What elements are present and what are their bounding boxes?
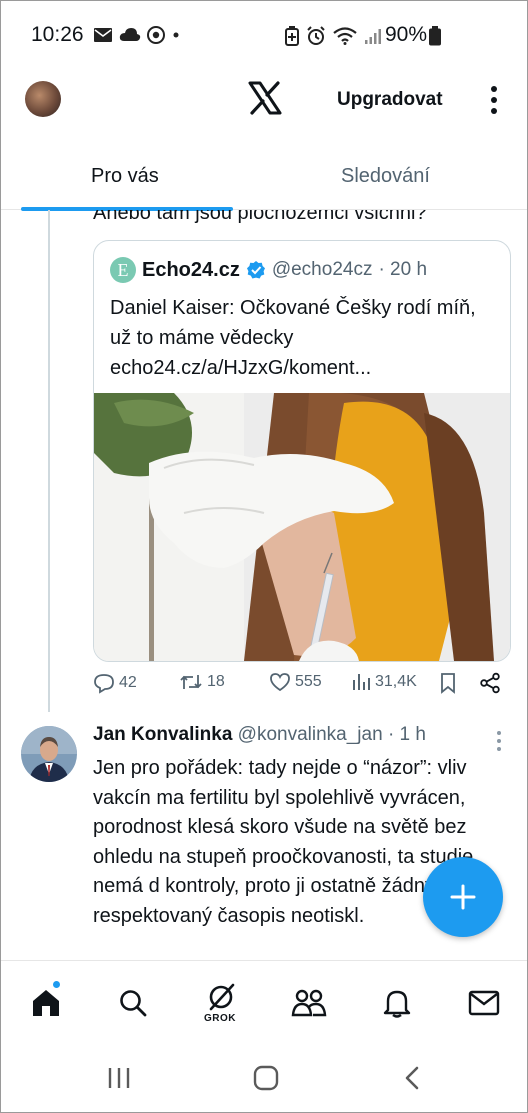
signal-icon <box>365 29 381 44</box>
plus-icon <box>450 884 476 910</box>
bookmark-action[interactable] <box>439 672 457 694</box>
like-icon <box>270 673 290 692</box>
quoted-time: · 20 h <box>378 259 428 280</box>
nav-notifications[interactable] <box>377 983 417 1023</box>
like-action[interactable]: 555 <box>269 672 322 692</box>
quoted-post-text: Daniel Kaiser: Očkované Češky rodí míň, … <box>110 297 476 379</box>
thread-line <box>48 210 50 712</box>
status-left-icons <box>93 26 181 44</box>
reply-count: 42 <box>119 674 137 691</box>
feed-tabs: Pro vás Sledování <box>1 149 527 211</box>
author-handle[interactable]: @konvalinka_jan <box>238 724 383 745</box>
views-icon <box>353 674 370 690</box>
dot-icon <box>173 32 179 38</box>
system-navigation <box>1 1044 527 1112</box>
timeline[interactable]: Anebo tam jsou plochozemci všichni? E Ec… <box>1 210 527 960</box>
status-right-icons <box>285 26 382 46</box>
author-avatar[interactable] <box>21 726 77 782</box>
more-options-icon[interactable] <box>495 730 503 752</box>
search-icon <box>120 990 147 1017</box>
home-button-icon[interactable] <box>252 1064 280 1092</box>
views-action[interactable]: 31,4K <box>351 672 417 692</box>
bell-icon <box>383 990 411 1018</box>
quoted-post-header: E Echo24.cz @echo24cz · 20 h <box>110 257 427 283</box>
nav-home[interactable] <box>26 983 66 1023</box>
home-notification-dot <box>53 981 60 988</box>
home-icon <box>33 990 59 1016</box>
quoted-handle: @echo24cz <box>271 259 373 280</box>
kebab-icon[interactable] <box>489 85 499 115</box>
compose-button[interactable] <box>423 857 503 937</box>
verified-icon <box>246 261 265 279</box>
views-count: 31,4K <box>375 673 417 690</box>
people-icon <box>291 989 327 1017</box>
cloud-icon <box>119 28 141 41</box>
grok-label: GROK <box>204 1013 236 1024</box>
post-header: Jan Konvalinka @konvalinka_jan · 1 h <box>93 724 426 746</box>
upgrade-button[interactable]: Upgradovat <box>337 89 443 111</box>
tab-following[interactable]: Sledování <box>341 165 430 188</box>
reply-icon <box>94 674 114 694</box>
reply-action[interactable]: 42 <box>93 672 137 694</box>
profile-avatar[interactable] <box>25 81 61 117</box>
author-name[interactable]: Jan Konvalinka <box>93 724 232 745</box>
nav-search[interactable] <box>113 983 153 1023</box>
quoted-post-card[interactable]: E Echo24.cz @echo24cz · 20 h Daniel Kais… <box>93 240 511 662</box>
back-icon[interactable] <box>399 1064 427 1092</box>
post-time: · 1 h <box>387 724 426 745</box>
nav-messages[interactable] <box>464 983 504 1023</box>
tab-for-you[interactable]: Pro vás <box>91 165 159 188</box>
post-actions: 42 18 555 31,4K <box>93 672 509 702</box>
repost-action[interactable]: 18 <box>179 672 225 692</box>
status-bar: 10:26 90% <box>1 1 527 67</box>
like-count: 555 <box>295 673 322 690</box>
mail-icon <box>94 28 112 42</box>
battery-percent: 90% <box>385 23 428 46</box>
echo24-avatar: E <box>110 257 136 283</box>
nav-grok[interactable] <box>201 977 241 1017</box>
share-icon <box>480 672 500 694</box>
bookmark-icon <box>441 673 455 694</box>
battery-icon <box>429 26 441 46</box>
x-logo[interactable] <box>248 81 282 115</box>
chrome-icon <box>147 26 165 44</box>
recents-icon[interactable] <box>105 1064 133 1092</box>
vaccination-photo <box>94 393 510 661</box>
battery-saver-icon <box>285 26 299 46</box>
grok-icon <box>209 983 235 1011</box>
alarm-icon <box>307 26 325 45</box>
repost-icon <box>180 675 202 689</box>
quoted-author-name: Echo24.cz <box>142 258 240 281</box>
top-app-bar: Upgradovat <box>1 67 527 133</box>
repost-count: 18 <box>207 673 225 690</box>
nav-communities[interactable] <box>289 983 329 1023</box>
messages-icon <box>468 990 500 1016</box>
bottom-navigation: GROK <box>1 960 527 1045</box>
status-time: 10:26 <box>31 23 84 46</box>
wifi-icon <box>333 27 357 45</box>
app-frame: 10:26 90% Upgradovat Pro vás Sledování A… <box>0 0 528 1113</box>
previous-post-text: Anebo tam jsou plochozemci všichni? <box>93 210 427 224</box>
share-action[interactable] <box>479 672 501 694</box>
